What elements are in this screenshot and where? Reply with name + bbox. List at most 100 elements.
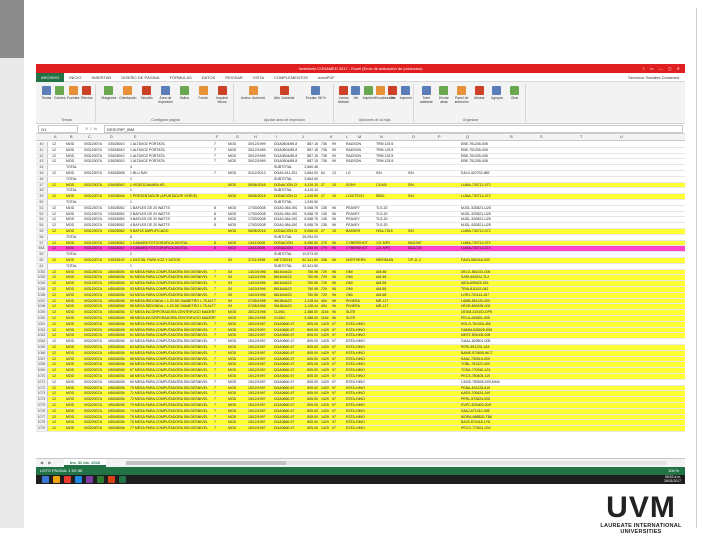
table-cell[interactable]: 805.00 bbox=[298, 362, 318, 367]
table-cell[interactable]: 12 bbox=[52, 351, 65, 356]
taskbar-app-icon[interactable] bbox=[97, 476, 104, 483]
table-cell[interactable]: I45048036 bbox=[108, 275, 129, 280]
table-cell[interactable]: ESTA-HINO bbox=[346, 415, 375, 420]
table-cell[interactable]: 12 bbox=[52, 281, 65, 286]
table-cell[interactable]: 861644423 bbox=[274, 281, 297, 286]
table-cell[interactable]: 1429 bbox=[321, 362, 331, 367]
table-cell[interactable]: 99 bbox=[332, 159, 345, 164]
table-cell[interactable]: S/I bbox=[228, 293, 247, 298]
table-cell[interactable]: DGA0660-97 bbox=[274, 351, 297, 356]
table-cell[interactable]: S/I bbox=[228, 270, 247, 275]
table-cell[interactable]: 52 MESA PARA COMPUTADORA SIN DESNIVEL bbox=[130, 281, 214, 286]
table-cell[interactable]: 72 MESA PARA COMPUTADORA SIN DESNIVEL bbox=[130, 397, 214, 402]
table-cell[interactable]: 00322007A bbox=[84, 322, 107, 327]
table-cell[interactable]: 13/11/2006 bbox=[248, 246, 273, 251]
table-cell[interactable]: DGA0660-97 bbox=[274, 420, 297, 425]
ribbon-tab-6[interactable]: REVISAR bbox=[220, 75, 248, 80]
table-cell[interactable]: 135 bbox=[321, 212, 331, 217]
table-cell[interactable]: 15/12/1997 bbox=[248, 397, 273, 402]
table-cell[interactable]: MOD bbox=[66, 194, 83, 199]
table-cell[interactable]: 805.00 bbox=[298, 368, 318, 373]
row-number[interactable]: 47 bbox=[36, 182, 48, 188]
table-cell[interactable]: AIEA-690620-001 bbox=[461, 281, 520, 286]
table-cell[interactable]: HGA-7515 bbox=[376, 229, 407, 234]
table-cell[interactable]: RADSON bbox=[346, 142, 375, 147]
table-cell[interactable]: I45048036 bbox=[108, 351, 129, 356]
table-cell[interactable]: 96 bbox=[332, 270, 345, 275]
table-cell[interactable]: 961854423 bbox=[274, 304, 297, 309]
table-cell[interactable]: 96 bbox=[332, 223, 345, 228]
table-cell[interactable]: 00322007A bbox=[84, 362, 107, 367]
table-cell[interactable]: 00322007A bbox=[84, 316, 107, 321]
table-cell[interactable]: DGA0660-97 bbox=[274, 386, 297, 391]
table-cell[interactable]: ESTA-HINO bbox=[346, 426, 375, 431]
table-cell[interactable]: MOD bbox=[228, 142, 247, 147]
row-number[interactable]: 1065 bbox=[36, 345, 48, 350]
table-cell[interactable]: ESTA-HINO bbox=[346, 420, 375, 425]
table-cell[interactable]: 12 bbox=[52, 391, 65, 396]
table-cell[interactable]: 12 bbox=[52, 246, 65, 251]
table-cell[interactable]: SONY bbox=[346, 183, 375, 188]
table-cell[interactable]: 729 bbox=[321, 270, 331, 275]
table-cell[interactable]: 28/12/1998 bbox=[248, 310, 273, 315]
table-cell[interactable]: ESTA-HINO bbox=[346, 397, 375, 402]
table-cell[interactable]: MJGL-520821-U25 bbox=[461, 206, 520, 211]
column-header[interactable]: L bbox=[346, 135, 348, 139]
table-cell[interactable]: 1429 bbox=[321, 415, 331, 420]
table-cell[interactable]: I15028062 bbox=[108, 241, 129, 246]
table-cell[interactable]: MOD bbox=[66, 229, 83, 234]
table-cell[interactable]: 805.00 bbox=[298, 351, 318, 356]
table-cell[interactable]: ESTA-HINO bbox=[346, 357, 375, 362]
table-cell[interactable]: 12 bbox=[52, 310, 65, 315]
table-cell[interactable]: MOD bbox=[228, 345, 247, 350]
table-cell[interactable]: 76 MESA PARA COMPUTADORA SIN DESNIVEL bbox=[130, 420, 214, 425]
table-cell[interactable]: 96 bbox=[332, 281, 345, 286]
table-cell[interactable]: 12 bbox=[52, 217, 65, 222]
table-cell[interactable]: 12 bbox=[52, 223, 65, 228]
table-cell[interactable]: MOD bbox=[66, 391, 83, 396]
table-cell[interactable]: AM-58 bbox=[376, 275, 407, 280]
row-number[interactable]: 1072 bbox=[36, 385, 48, 391]
table-cell[interactable]: 750.95 bbox=[298, 275, 318, 280]
table-cell[interactable]: 08/06/2016 bbox=[248, 229, 273, 234]
table-cell[interactable]: 5,068.75 bbox=[298, 206, 318, 211]
ribbon-button[interactable]: Imprimir bbox=[363, 86, 375, 100]
table-cell[interactable]: FAVN-580416-000 bbox=[461, 258, 520, 263]
table-cell[interactable]: DGA0504/89-89 bbox=[274, 148, 297, 153]
table-cell[interactable]: ESTA-HINO bbox=[346, 380, 375, 385]
table-cell[interactable]: 135 bbox=[321, 223, 331, 228]
table-cell[interactable]: 12 bbox=[52, 148, 65, 153]
table-cell[interactable]: 75 MESA PARA COMPUTADORA SIN DESNIVEL bbox=[130, 415, 214, 420]
table-cell[interactable]: MOD bbox=[66, 357, 83, 362]
table-cell[interactable]: MOD bbox=[228, 328, 247, 333]
table-cell[interactable]: DGA0660-97 bbox=[274, 333, 297, 338]
table-cell[interactable]: 96 bbox=[332, 316, 345, 321]
table-cell[interactable]: 1,249.50 bbox=[298, 194, 318, 199]
table-cell[interactable]: AM-58 bbox=[376, 270, 407, 275]
table-cell[interactable]: KAAL-730510-009 bbox=[461, 357, 520, 362]
table-cell[interactable]: 12 bbox=[52, 374, 65, 379]
table-cell[interactable]: MOD bbox=[66, 351, 83, 356]
row-number[interactable]: 1056 bbox=[36, 292, 48, 298]
table-cell[interactable]: I45048036 bbox=[108, 304, 129, 309]
table-cell[interactable]: 17/03/2008 bbox=[248, 206, 273, 211]
table-cell[interactable]: 1429 bbox=[321, 391, 331, 396]
ribbon-button[interactable]: Enviar atrás bbox=[436, 86, 453, 104]
table-cell[interactable]: RIVIERA bbox=[346, 299, 375, 304]
table-cell[interactable]: 12 bbox=[52, 403, 65, 408]
table-cell[interactable]: 135 bbox=[321, 206, 331, 211]
table-cell[interactable]: DGA0660-97 bbox=[274, 368, 297, 373]
table-cell[interactable]: I45048036 bbox=[108, 362, 129, 367]
table-cell[interactable]: 961854423 bbox=[274, 299, 297, 304]
table-cell[interactable]: 1 ALTAVOZ PORTATIL bbox=[130, 154, 214, 159]
row-number[interactable]: 1069 bbox=[36, 368, 48, 373]
table-cell[interactable]: GAMM-630625-K55 bbox=[461, 328, 520, 333]
ribbon-button[interactable]: Imprimir bbox=[400, 86, 412, 100]
table-cell[interactable]: 805.00 bbox=[298, 403, 318, 408]
table-cell[interactable]: 5,068.75 bbox=[298, 217, 318, 222]
table-cell[interactable]: 00312007A bbox=[84, 148, 107, 153]
table-cell[interactable]: DGA0660-97 bbox=[274, 415, 297, 420]
table-cell[interactable]: I15028062 bbox=[108, 246, 129, 251]
table-cell[interactable]: 1429 bbox=[321, 426, 331, 431]
table-cell[interactable]: 7 bbox=[214, 420, 227, 425]
